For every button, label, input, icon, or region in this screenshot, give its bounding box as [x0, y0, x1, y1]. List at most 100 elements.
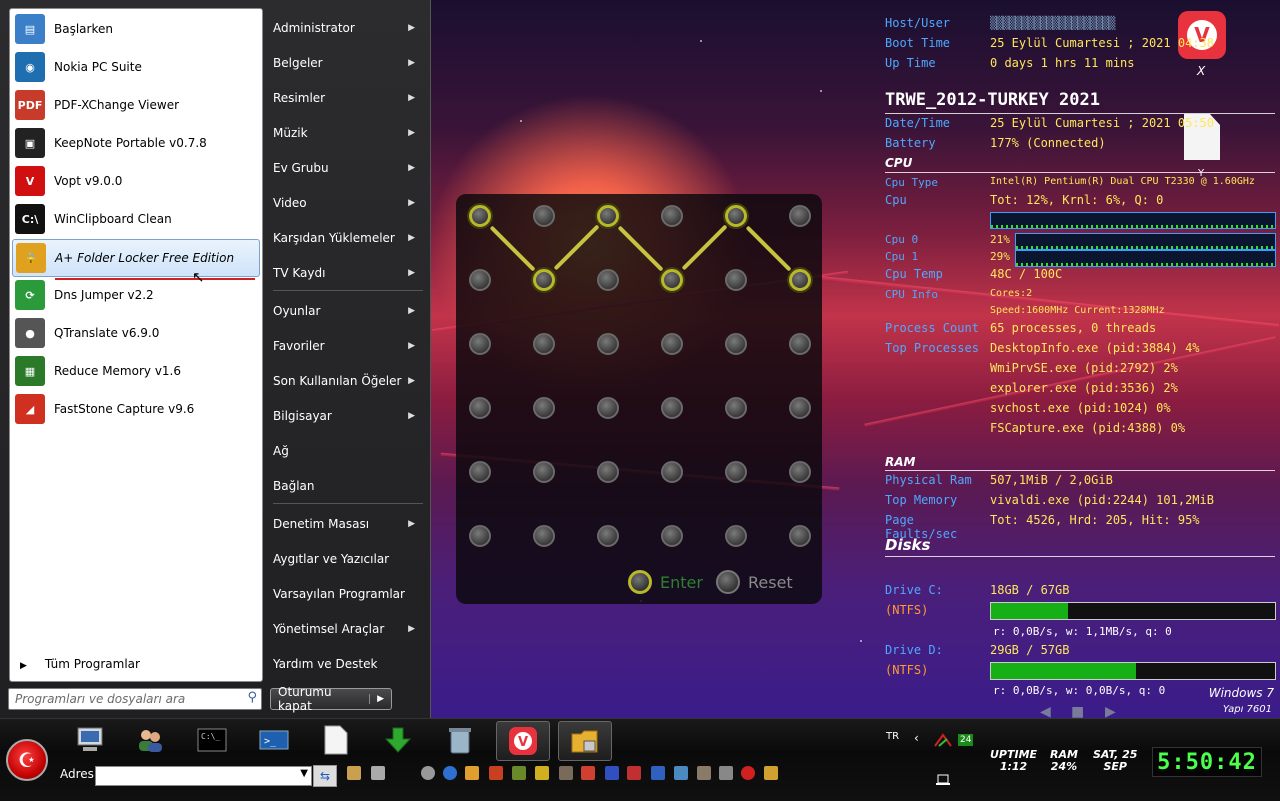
start-place-item[interactable]: Favoriler ▶ — [273, 331, 423, 361]
start-place-item[interactable]: Karşıdan Yüklemeler ▶ — [273, 223, 423, 253]
start-place-item[interactable]: TV Kaydı ▶ — [273, 258, 423, 288]
pattern-dot[interactable] — [469, 397, 491, 419]
start-place-item[interactable]: Bilgisayar ▶ — [273, 401, 423, 431]
pattern-dot[interactable] — [533, 333, 555, 355]
pattern-dot[interactable] — [533, 525, 555, 547]
start-place-item[interactable]: Ev Grubu ▶ — [273, 153, 423, 183]
tray-network-icon[interactable] — [934, 733, 952, 747]
quicklaunch-media-icon[interactable] — [764, 766, 778, 780]
quicklaunch-app-icon[interactable] — [489, 766, 503, 780]
taskbar-vivaldi-button[interactable]: V — [496, 721, 550, 761]
tray-badge[interactable]: 24 — [958, 734, 974, 746]
pattern-dot[interactable] — [661, 269, 683, 291]
start-place-item[interactable]: Yönetimsel Araçlar ▶ — [273, 614, 423, 644]
pinned-program-item[interactable]: ▣ KeepNote Portable v0.7.8 — [12, 125, 258, 161]
pattern-dot[interactable] — [725, 525, 747, 547]
start-orb-button[interactable]: ☪ — [6, 739, 48, 781]
tray-display-icon[interactable] — [936, 773, 952, 787]
pattern-dot[interactable] — [661, 205, 683, 227]
taskbar-download-button[interactable] — [372, 721, 424, 759]
pattern-dot[interactable] — [661, 333, 683, 355]
pattern-dot[interactable] — [597, 397, 619, 419]
pattern-dot[interactable] — [597, 205, 619, 227]
search-icon[interactable]: ⚲ — [247, 690, 257, 705]
pattern-dot[interactable] — [661, 525, 683, 547]
tray-expand-icon[interactable]: ‹ — [914, 731, 919, 745]
quicklaunch-chess-icon[interactable] — [559, 766, 573, 780]
pattern-dot[interactable] — [597, 333, 619, 355]
pattern-dot[interactable] — [789, 461, 811, 483]
quicklaunch-disc-icon[interactable] — [421, 766, 435, 780]
start-place-item[interactable]: Administrator ▶ — [273, 13, 423, 43]
pattern-dot[interactable] — [469, 525, 491, 547]
reset-button[interactable]: Reset — [716, 570, 793, 594]
shutdown-button[interactable]: Oturumu kapat ▶ — [270, 685, 392, 713]
start-place-item[interactable]: Resimler ▶ — [273, 83, 423, 113]
pattern-dot[interactable] — [597, 525, 619, 547]
pattern-dot[interactable] — [725, 397, 747, 419]
quicklaunch-help-icon[interactable] — [443, 766, 457, 780]
pinned-program-item[interactable]: ⟳ Dns Jumper v2.2 — [12, 277, 258, 313]
taskbar-folder-locker-button[interactable] — [558, 721, 612, 761]
enter-button[interactable]: Enter — [628, 570, 703, 594]
pattern-dot[interactable] — [533, 269, 555, 291]
pattern-dot[interactable] — [597, 269, 619, 291]
quicklaunch-camera-icon[interactable] — [719, 766, 733, 780]
quicklaunch-game-icon[interactable] — [627, 766, 641, 780]
pattern-dot[interactable] — [725, 269, 747, 291]
start-place-item[interactable]: Denetim Masası ▶ — [273, 509, 423, 539]
taskbar-clock[interactable]: 5:50:42 — [1152, 747, 1262, 777]
pattern-dot[interactable] — [469, 269, 491, 291]
quicklaunch-notes-icon[interactable] — [535, 766, 549, 780]
quicklaunch-network-icon[interactable] — [512, 766, 526, 780]
pinned-program-item[interactable]: ▤ Başlarken — [12, 11, 258, 47]
address-dropdown-icon[interactable]: ▼ — [300, 768, 308, 779]
all-programs-button[interactable]: ▶ Tüm Programlar — [20, 657, 140, 671]
pinned-program-item[interactable]: V Vopt v9.0.0 — [12, 163, 258, 199]
pinned-program-item[interactable]: ◉ Nokia PC Suite — [12, 49, 258, 85]
start-place-item[interactable]: Bağlan — [273, 471, 423, 501]
quicklaunch-grid-icon[interactable] — [651, 766, 665, 780]
search-input[interactable]: Programları ve dosyaları ara ⚲ — [8, 688, 262, 710]
taskbar-powershell-button[interactable]: >_ — [248, 721, 300, 759]
pattern-dot[interactable] — [661, 397, 683, 419]
pinned-program-item[interactable]: ▦ Reduce Memory v1.6 — [12, 353, 258, 389]
taskbar-recycle-bin-button[interactable] — [434, 721, 486, 759]
pattern-dot[interactable] — [725, 333, 747, 355]
pattern-dot[interactable] — [725, 205, 747, 227]
quicklaunch-settings-icon[interactable] — [697, 766, 711, 780]
pattern-dot[interactable] — [789, 333, 811, 355]
pattern-dot[interactable] — [789, 525, 811, 547]
start-place-item[interactable]: Varsayılan Programlar — [273, 579, 423, 609]
quicklaunch-drive-icon[interactable] — [371, 766, 385, 780]
pattern-dot[interactable] — [597, 461, 619, 483]
pinned-program-item[interactable]: PDF PDF-XChange Viewer — [12, 87, 258, 123]
taskbar-cmd-button[interactable]: C:\_ — [186, 721, 238, 759]
pattern-dot[interactable] — [533, 397, 555, 419]
pattern-dot[interactable] — [661, 461, 683, 483]
quicklaunch-shield-icon[interactable] — [605, 766, 619, 780]
start-place-item[interactable]: Ağ — [273, 436, 423, 466]
tray-language[interactable]: TR — [886, 731, 899, 742]
address-go-button[interactable]: ⇆ — [313, 765, 337, 787]
pattern-dot[interactable] — [533, 205, 555, 227]
address-input[interactable]: ▼ — [95, 766, 312, 786]
quicklaunch-folder-icon[interactable] — [465, 766, 479, 780]
start-place-item[interactable]: Son Kullanılan Öğeler ▶ — [273, 366, 423, 396]
pattern-dot[interactable] — [469, 461, 491, 483]
pattern-dot[interactable] — [725, 461, 747, 483]
quicklaunch-screen-icon[interactable] — [674, 766, 688, 780]
start-place-item[interactable]: Video ▶ — [273, 188, 423, 218]
start-place-item[interactable]: Belgeler ▶ — [273, 48, 423, 78]
quicklaunch-tools2-icon[interactable] — [581, 766, 595, 780]
pattern-dot[interactable] — [789, 269, 811, 291]
pinned-program-item[interactable]: 🔒 A+ Folder Locker Free Edition — [12, 239, 260, 277]
start-place-item[interactable]: Müzik ▶ — [273, 118, 423, 148]
pattern-dot[interactable] — [469, 205, 491, 227]
pinned-program-item[interactable]: ◢ FastStone Capture v9.6 — [12, 391, 258, 427]
taskbar-users-button[interactable] — [124, 721, 176, 759]
shutdown-options-arrow[interactable]: ▶ — [369, 694, 391, 704]
start-place-item[interactable]: Aygıtlar ve Yazıcılar — [273, 544, 423, 574]
pattern-dot[interactable] — [789, 397, 811, 419]
start-place-item[interactable]: Oyunlar ▶ — [273, 296, 423, 326]
